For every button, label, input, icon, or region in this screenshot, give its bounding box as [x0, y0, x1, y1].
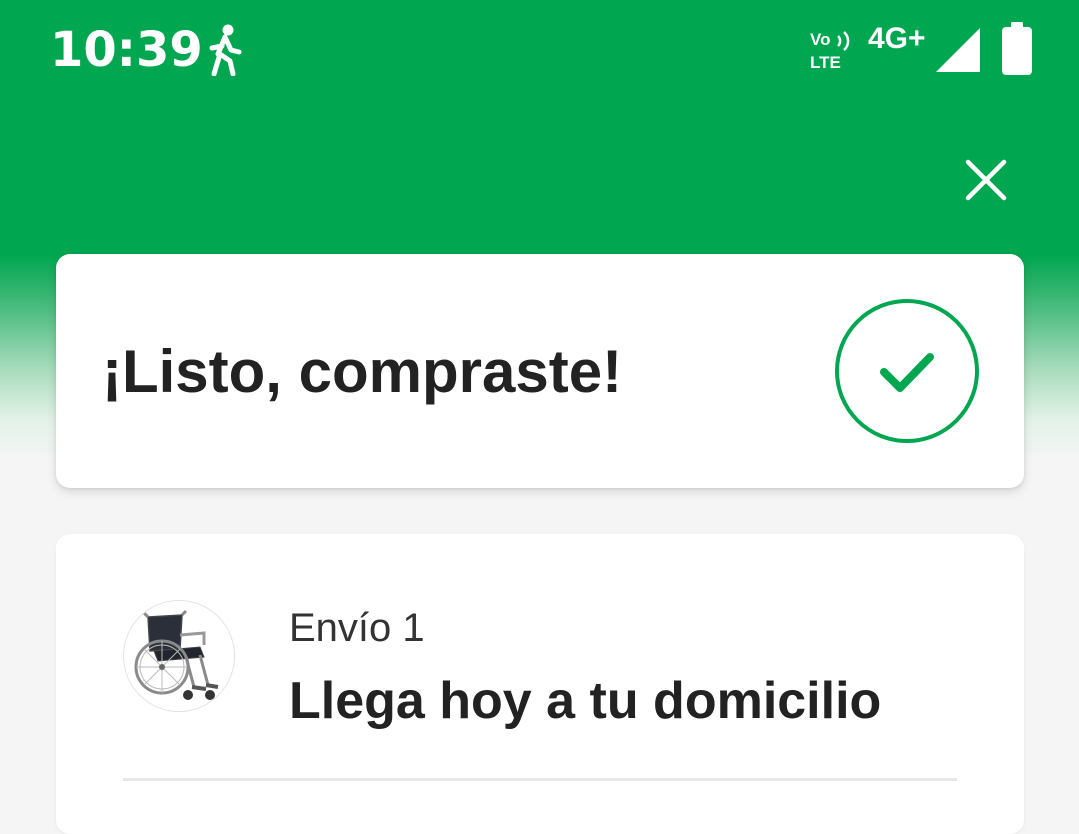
close-button[interactable]	[950, 144, 1022, 216]
check-circle-icon	[835, 299, 979, 443]
status-bar: 10:39 Vo LTE 4G+	[0, 0, 1079, 100]
status-time: 10:39	[50, 22, 203, 78]
volte-bottom-text: LTE	[810, 53, 841, 70]
signal-strength-icon	[936, 28, 980, 72]
walking-person-icon	[209, 24, 242, 76]
volte-icon: Vo LTE	[810, 30, 850, 70]
battery-icon	[1002, 22, 1032, 75]
shipment-delivery-title: Llega hoy a tu domicilio	[289, 672, 882, 730]
product-thumbnail	[123, 600, 235, 712]
volte-top-text: Vo	[810, 30, 830, 49]
shipment-card[interactable]: Envío 1 Llega hoy a tu domicilio	[56, 534, 1024, 834]
shipment-label: Envío 1	[289, 606, 425, 650]
divider	[123, 778, 957, 781]
purchase-success-card: ¡Listo, compraste!	[56, 254, 1024, 488]
network-type-label: 4G+	[868, 22, 926, 55]
close-icon	[965, 159, 1007, 201]
wheelchair-image	[124, 601, 234, 711]
success-title: ¡Listo, compraste!	[102, 338, 623, 405]
